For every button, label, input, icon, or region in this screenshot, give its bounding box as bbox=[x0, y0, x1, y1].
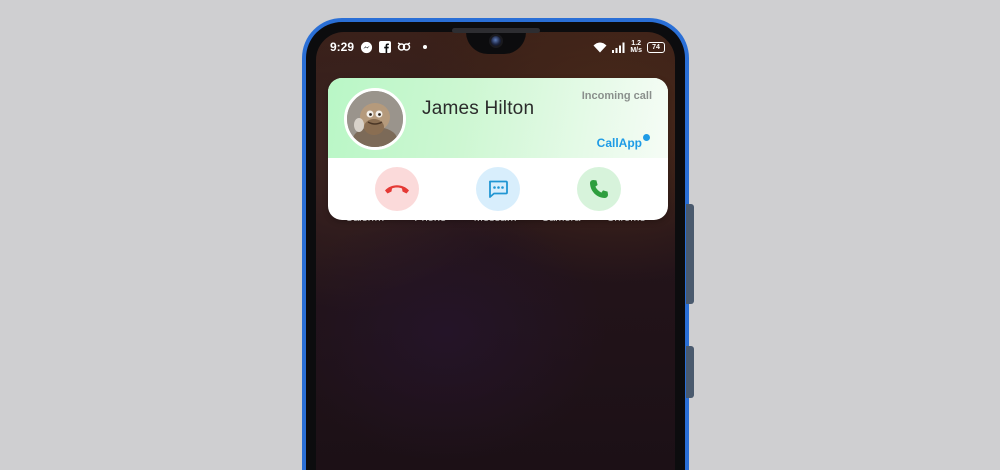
status-time: 9:29 bbox=[330, 40, 355, 54]
phone-screen: 9:29 1.2 M/s 74 James Hilton Incoming ca… bbox=[316, 32, 675, 470]
call-actions bbox=[328, 158, 668, 220]
volume-button bbox=[686, 204, 694, 304]
call-card-header: James Hilton Incoming call CallApp bbox=[328, 78, 668, 158]
wifi-icon bbox=[593, 40, 607, 54]
phone-icon bbox=[589, 179, 609, 199]
earpiece-speaker bbox=[452, 28, 540, 33]
brand-mark-icon bbox=[643, 134, 650, 141]
messenger-notification-icon bbox=[360, 40, 373, 54]
message-icon bbox=[488, 180, 508, 199]
caller-name: James Hilton bbox=[422, 98, 535, 119]
call-status-label: Incoming call bbox=[581, 90, 652, 102]
answer-call-button[interactable] bbox=[577, 167, 622, 211]
decline-call-button[interactable] bbox=[374, 167, 419, 211]
network-speed: 1.2 M/s bbox=[630, 40, 642, 54]
power-button bbox=[686, 346, 694, 398]
brand-name: CallApp bbox=[596, 136, 642, 150]
network-speed-unit: M/s bbox=[630, 47, 642, 54]
caller-avatar bbox=[344, 88, 406, 150]
hang-up-icon bbox=[384, 182, 410, 196]
status-bar: 9:29 1.2 M/s 74 bbox=[330, 38, 665, 56]
signal-icon bbox=[612, 40, 625, 54]
battery-level: 74 bbox=[652, 43, 660, 51]
more-notifications-dot-icon bbox=[423, 45, 428, 49]
owl-notification-icon bbox=[397, 40, 411, 54]
reply-message-button[interactable] bbox=[475, 167, 520, 211]
network-speed-value: 1.2 bbox=[631, 40, 642, 47]
phone-frame: 9:29 1.2 M/s 74 James Hilton Incoming ca… bbox=[302, 18, 689, 470]
incoming-call-card[interactable]: James Hilton Incoming call CallApp bbox=[328, 78, 668, 220]
callapp-logo: CallApp bbox=[596, 134, 650, 150]
battery-icon: 74 bbox=[647, 41, 665, 53]
facebook-notification-icon bbox=[379, 40, 392, 54]
phone-bezel: 9:29 1.2 M/s 74 James Hilton Incoming ca… bbox=[306, 22, 685, 470]
